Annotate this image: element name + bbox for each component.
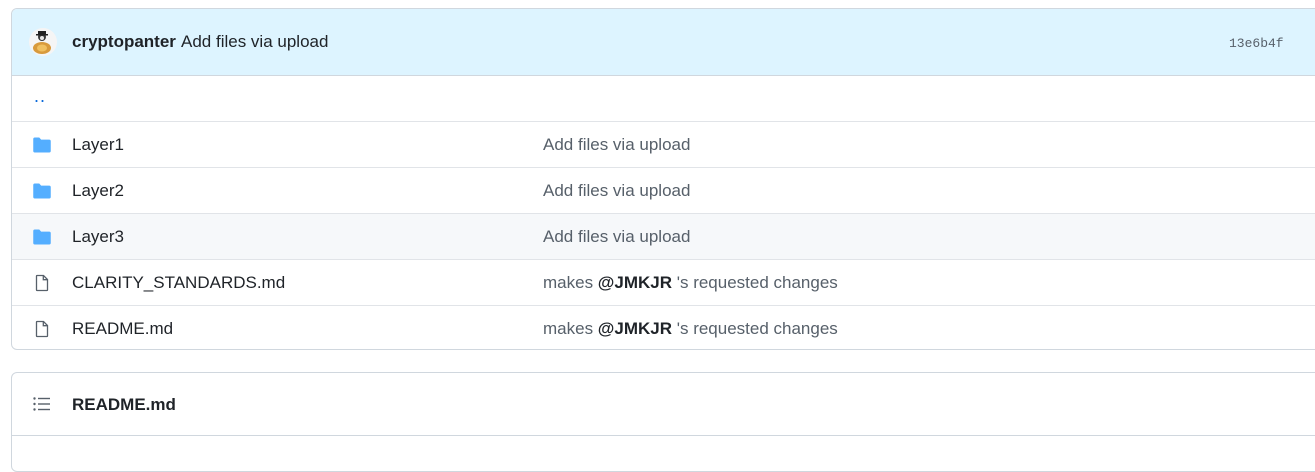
commit-message-link[interactable]: Add files via upload (543, 135, 690, 155)
readme-header: README.md (12, 373, 1315, 436)
file-name-link[interactable]: Layer1 (72, 135, 124, 155)
table-row[interactable]: Layer3 Add files via upload (12, 214, 1315, 260)
file-browser: cryptopanter Add files via upload 13e6b4… (11, 8, 1315, 350)
avatar-image-icon (29, 28, 57, 56)
file-name-link[interactable]: Layer2 (72, 181, 124, 201)
table-row[interactable]: CLARITY_STANDARDS.md makes @JMKJR 's req… (12, 260, 1315, 306)
file-name-link[interactable]: README.md (72, 319, 173, 339)
readme-panel: README.md (11, 372, 1315, 472)
commit-message-suffix: 's requested changes (672, 319, 838, 338)
list-unordered-icon[interactable] (32, 396, 52, 412)
commit-message-link[interactable]: Add files via upload (543, 181, 690, 201)
file-icon (35, 274, 49, 292)
commit-message-link[interactable]: makes @JMKJR 's requested changes (543, 319, 838, 339)
file-name-link[interactable]: Layer3 (72, 227, 124, 247)
latest-commit-bar: cryptopanter Add files via upload 13e6b4… (12, 9, 1315, 76)
folder-icon (33, 183, 51, 199)
folder-icon (33, 137, 51, 153)
table-row[interactable]: Layer1 Add files via upload (12, 122, 1315, 168)
commit-author-link[interactable]: cryptopanter (72, 32, 176, 52)
file-icon (35, 320, 49, 338)
user-mention-link[interactable]: @JMKJR (598, 319, 672, 338)
user-mention-link[interactable]: @JMKJR (598, 273, 672, 292)
commit-message-link[interactable]: makes @JMKJR 's requested changes (543, 273, 838, 293)
folder-icon (33, 229, 51, 245)
parent-directory-row[interactable]: .. (12, 76, 1315, 122)
commit-sha-link[interactable]: 13e6b4f (1229, 36, 1284, 51)
parent-directory-link[interactable]: .. (34, 86, 46, 107)
file-name-link[interactable]: CLARITY_STANDARDS.md (72, 273, 285, 293)
table-row[interactable]: README.md makes @JMKJR 's requested chan… (12, 306, 1315, 349)
commit-message-link[interactable]: Add files via upload (181, 32, 328, 52)
commit-message-prefix: makes (543, 273, 598, 292)
commit-message-suffix: 's requested changes (672, 273, 838, 292)
commit-message-link[interactable]: Add files via upload (543, 227, 690, 247)
table-row[interactable]: Layer2 Add files via upload (12, 168, 1315, 214)
author-avatar[interactable] (29, 28, 57, 56)
readme-title[interactable]: README.md (72, 395, 176, 415)
commit-message-prefix: makes (543, 319, 598, 338)
